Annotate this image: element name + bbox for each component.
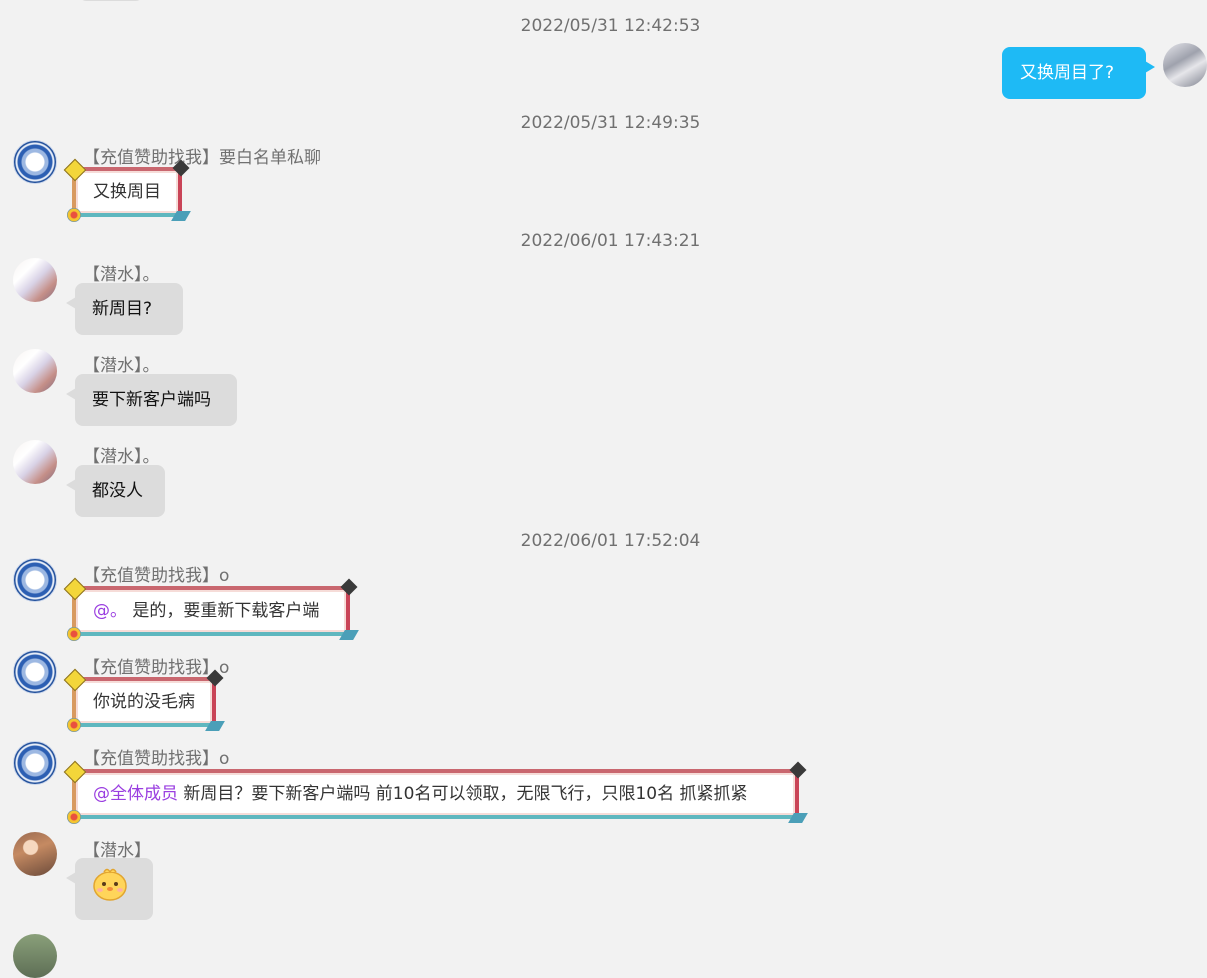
diver-avatar[interactable] [13, 440, 57, 484]
timestamp: 2022/05/31 12:49:35 [520, 113, 701, 133]
sponsor-avatar[interactable] [13, 650, 57, 694]
message-bubble[interactable]: 又换周目 [63, 158, 191, 222]
message-bubble[interactable]: 你说的没毛病 [63, 668, 225, 732]
timestamp: 2022/05/31 12:42:53 [520, 16, 701, 36]
bubble-frame-decoration [67, 627, 81, 641]
bubble-frame-decoration [788, 813, 808, 823]
sender-name: 【潜水】。 [83, 447, 160, 467]
bubble-frame-decoration [205, 721, 225, 731]
message-bubble[interactable] [66, 858, 153, 920]
message-text: 新周目? [92, 299, 153, 319]
mention-link[interactable]: @全体成员 [93, 784, 178, 804]
sender-name: 【充值赞助找我】o [83, 749, 230, 769]
message-text: 要下新客户端吗 [92, 390, 211, 410]
diver-avatar[interactable] [13, 258, 57, 302]
bubble-frame-decoration [340, 578, 358, 596]
sponsor-avatar[interactable] [13, 741, 57, 785]
message-bubble[interactable]: @。 是的，要重新下载客户端 [63, 577, 359, 641]
sender-name: 【充值赞助找我】o [83, 658, 230, 678]
message-text: 你说的没毛病 [93, 692, 195, 712]
message-bubble[interactable]: 新周目? [66, 283, 183, 335]
message-text: 都没人 [92, 481, 143, 501]
message-bubble[interactable]: @全体成员 新周目？要下新客户端吗 前10名可以领取，无限飞行，只限10名 抓紧… [63, 760, 808, 824]
sender-name: 【充值赞助找我】o [83, 566, 230, 586]
message-text: 新周目？要下新客户端吗 前10名可以领取，无限飞行，只限10名 抓紧抓紧 [178, 784, 748, 804]
self-avatar[interactable] [1163, 43, 1207, 87]
sponsor-avatar[interactable] [13, 558, 57, 602]
message-bubble-self[interactable]: 又换周目了? [1002, 47, 1155, 99]
message-text: 是的，要重新下载客户端 [127, 601, 320, 621]
mention-link[interactable]: @。 [93, 601, 127, 621]
diver-avatar-2[interactable] [13, 832, 57, 876]
bubble-frame-decoration [67, 718, 81, 732]
message-text: 又换周目 [93, 182, 161, 202]
sponsor-avatar[interactable] [13, 140, 57, 184]
partial-avatar[interactable] [13, 934, 57, 978]
diver-avatar[interactable] [13, 349, 57, 393]
bubble-frame-decoration [789, 761, 807, 779]
bubble-frame-decoration [339, 630, 359, 640]
partial-message-bubble [80, 0, 142, 1]
bubble-frame-decoration [67, 810, 81, 824]
message-bubble[interactable]: 都没人 [66, 465, 165, 517]
sender-name: 【潜水】。 [83, 356, 160, 376]
sender-name: 【潜水】。 [83, 265, 160, 285]
chick-emoji-icon [93, 868, 127, 901]
timestamp: 2022/06/01 17:52:04 [520, 531, 701, 551]
sender-name: 【充值赞助找我】要白名单私聊 [83, 148, 321, 168]
message-bubble[interactable]: 要下新客户端吗 [66, 374, 237, 426]
bubble-frame-decoration [171, 211, 191, 221]
bubble-frame-decoration [67, 208, 81, 222]
timestamp: 2022/06/01 17:43:21 [520, 231, 701, 251]
message-text: 又换周目了? [1020, 63, 1115, 83]
